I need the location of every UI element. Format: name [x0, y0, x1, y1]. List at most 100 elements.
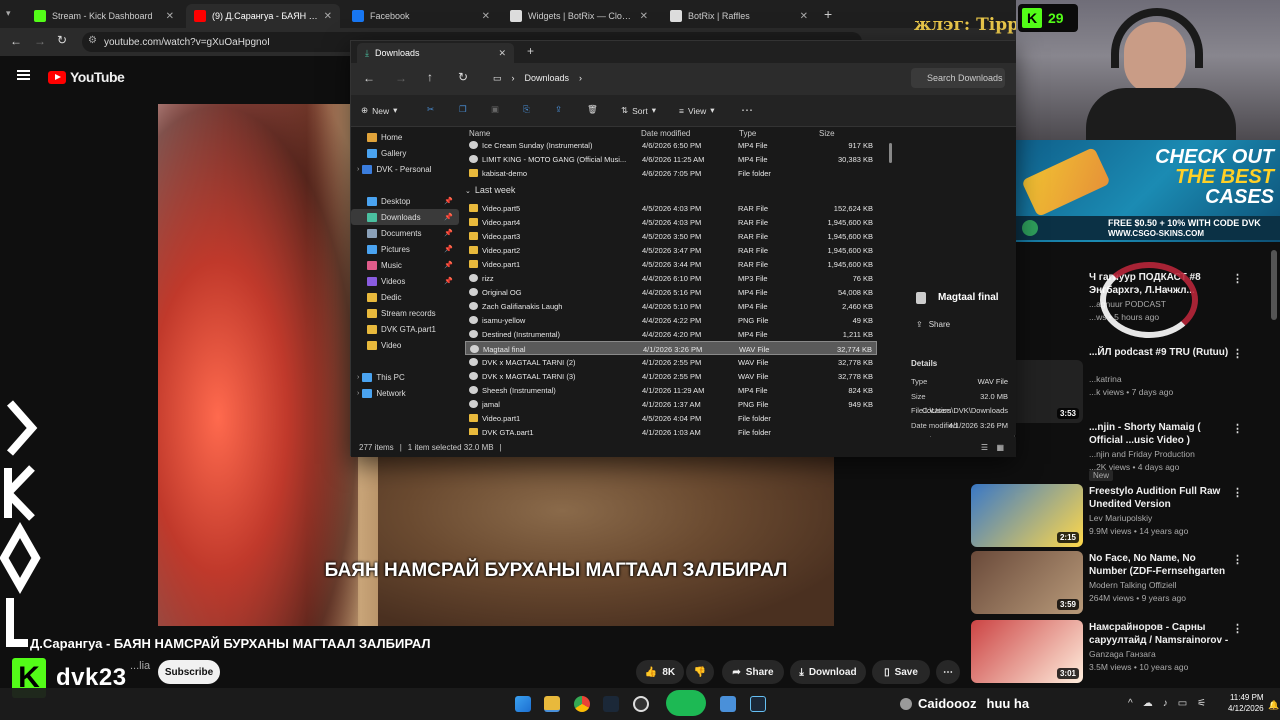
share-file-icon[interactable]: ⇪ [555, 104, 562, 115]
file-row[interactable]: Original OG 4/4/2026 5:16 PM MP4 File 54,00… [465, 285, 877, 299]
sort-button[interactable]: ⇅ Sort ▾ [621, 105, 656, 116]
nav-item-dvk-gta-part1[interactable]: DVK GTA.part1 [351, 321, 459, 337]
explorer-up-icon[interactable]: ↑ [427, 70, 433, 84]
browser-tab[interactable]: BotRix | Raffles ✕ [662, 4, 816, 28]
file-row[interactable]: Video.part5 4/5/2026 4:03 PM RAR File 152,6… [465, 201, 877, 215]
recommendation-thumbnail[interactable]: 3:59 [971, 551, 1083, 614]
recommendation-title[interactable]: No Face, No Name, No Number (ZDF-Fernseh… [1089, 552, 1229, 578]
details-share-button[interactable]: ⇪ Share [916, 320, 950, 329]
spotify-icon[interactable] [666, 690, 706, 716]
nav-item-videos[interactable]: Videos 📌 [351, 273, 459, 289]
recommendation-title[interactable]: Намсрайноров - Сарны саруултайд / Namsra… [1089, 621, 1229, 647]
recommendation-channel[interactable]: ...katrina [1089, 373, 1249, 386]
file-row[interactable]: Video.part2 4/5/2026 3:47 PM RAR File 1,945… [465, 243, 877, 257]
view-button[interactable]: ≡ View ▾ [679, 105, 715, 116]
site-info-icon[interactable]: ⚙ [88, 35, 97, 46]
pin-icon[interactable]: 📌 [444, 229, 453, 237]
nav-item-home[interactable]: Home [351, 129, 459, 145]
rename-icon[interactable]: ⎘ [523, 104, 530, 115]
recommendation-scrollbar[interactable] [1271, 250, 1277, 320]
pin-icon[interactable]: 📌 [444, 213, 453, 221]
nav-item-stream-records[interactable]: Stream records [351, 305, 459, 321]
column-date[interactable]: Date modified [641, 129, 690, 138]
close-tab-icon[interactable]: ✕ [800, 11, 808, 22]
more-actions-button[interactable]: ⋯ [936, 660, 960, 684]
cut-icon[interactable]: ✂ [427, 104, 434, 115]
nav-item-network[interactable]: › Network [351, 385, 459, 401]
details-view-icon[interactable]: ☰ [981, 443, 988, 452]
system-clock[interactable]: 11:49 PM 4/12/2026 [1228, 692, 1264, 714]
file-row[interactable]: LIMIT KING - MOTO GANG (Official Musi...… [465, 152, 877, 166]
nav-item-downloads[interactable]: Downloads 📌 [351, 209, 459, 225]
file-row[interactable]: Destined (Instrumental) 4/4/2026 4:20 PM M… [465, 327, 877, 341]
pin-icon[interactable]: 📌 [444, 277, 453, 285]
browser-tab[interactable]: (9) Д.Сарангуа - БАЯН НАМСРАЙ ✕ [186, 4, 340, 28]
browser-tab[interactable]: Facebook ✕ [344, 4, 498, 28]
channel-name[interactable]: ...lia [130, 660, 150, 672]
close-tab-icon[interactable]: ✕ [324, 11, 332, 22]
back-icon[interactable]: ← [10, 34, 22, 48]
share-button[interactable]: ➦ Share [722, 660, 784, 684]
forward-icon[interactable]: → [34, 34, 46, 48]
column-name[interactable]: Name [469, 129, 490, 138]
close-tab-icon[interactable]: ✕ [640, 11, 648, 22]
nav-item-dedic[interactable]: Dedic [351, 289, 459, 305]
file-row[interactable]: Video.part1 4/5/2026 3:44 PM RAR File 1,945… [465, 257, 877, 271]
recommendation-title[interactable]: ...njin - Shorty Namaig ( Official ...us… [1089, 421, 1229, 447]
recommendation-thumbnail[interactable]: 3:01 [971, 620, 1083, 683]
nav-item-pictures[interactable]: Pictures 📌 [351, 241, 459, 257]
browser-tab[interactable]: Widgets | BotRix — Cloud Stre... ✕ [502, 4, 656, 28]
nav-item-desktop[interactable]: Desktop 📌 [351, 193, 459, 209]
column-size[interactable]: Size [819, 129, 835, 138]
browser-tab[interactable]: Stream - Kick Dashboard ✕ [26, 4, 182, 28]
file-row[interactable]: Magtaal final 4/1/2026 3:26 PM WAV File 32,… [465, 341, 877, 355]
subscribe-button[interactable]: Subscribe [158, 660, 220, 684]
recommendation-channel[interactable]: Ganzaga Ганзага [1089, 648, 1249, 661]
file-row[interactable]: DVK x MAGTAAL TARNI (3) 4/1/2026 2:55 PM W… [465, 369, 877, 383]
recommendation-thumbnail[interactable]: 2:15 [971, 484, 1083, 547]
windows-start-icon[interactable] [515, 696, 531, 712]
explorer-forward-icon[interactable]: → [395, 71, 407, 85]
steam-icon[interactable] [603, 696, 619, 712]
file-row[interactable]: Zach Galifianakis Laugh 4/4/2026 5:10 PM M… [465, 299, 877, 313]
recommendation-title[interactable]: Freestylo Audition Full Raw Unedited Ver… [1089, 485, 1229, 511]
file-row[interactable]: Video.part4 4/5/2026 4:03 PM RAR File 1,945… [465, 215, 877, 229]
more-vert-icon[interactable]: ⋮ [1232, 622, 1243, 635]
file-explorer-taskbar-icon[interactable] [544, 696, 560, 712]
close-tab-icon[interactable]: ✕ [166, 11, 174, 22]
recommendation-channel[interactable]: Modern Talking Offiziell [1089, 579, 1249, 592]
nav-item-gallery[interactable]: Gallery [351, 145, 459, 161]
close-tab-icon[interactable]: ✕ [498, 48, 506, 59]
close-tab-icon[interactable]: ✕ [482, 11, 490, 22]
tray-icons[interactable]: ^☁♪▭⚟ [1128, 698, 1216, 709]
file-row[interactable]: DVK GTA.part1 4/1/2026 1:03 AM File folder [465, 425, 877, 435]
file-row[interactable]: kabisat-demo 4/6/2026 7:05 PM File folder [465, 166, 877, 180]
nav-item-dvk-personal[interactable]: › DVK - Personal [351, 161, 459, 177]
nav-item-this-pc[interactable]: › This PC [351, 369, 459, 385]
recommendation-channel[interactable]: ...njin and Friday Production [1089, 448, 1249, 461]
more-vert-icon[interactable]: ⋮ [1232, 553, 1243, 566]
file-row[interactable]: rizz 4/4/2026 6:10 PM MP3 File 76 KB [465, 271, 877, 285]
explorer-back-icon[interactable]: ← [363, 71, 375, 85]
more-vert-icon[interactable]: ⋮ [1232, 347, 1243, 360]
reload-icon[interactable]: ↻ [57, 33, 67, 47]
app-window-icon[interactable] [720, 696, 736, 712]
dislike-button[interactable]: 👎 [686, 660, 714, 684]
tab-list-button[interactable]: ▾ [6, 8, 11, 19]
download-button[interactable]: ⤓ Download [790, 660, 866, 684]
pin-icon[interactable]: 📌 [444, 261, 453, 269]
youtube-logo[interactable]: YouTube [48, 69, 125, 85]
nav-item-music[interactable]: Music 📌 [351, 257, 459, 273]
explorer-new-tab-icon[interactable]: + [527, 44, 534, 58]
new-button[interactable]: ⊕ New ▾ [361, 105, 397, 116]
column-type[interactable]: Type [739, 129, 756, 138]
like-button[interactable]: 👍 8K [636, 660, 684, 684]
pin-icon[interactable]: 📌 [444, 245, 453, 253]
more-options-icon[interactable]: ⋯ [741, 103, 753, 117]
tiles-view-icon[interactable]: ▦ [996, 443, 1004, 452]
save-button[interactable]: ▯ Save [872, 660, 930, 684]
explorer-tab[interactable]: ⤓ Downloads ✕ [357, 43, 514, 63]
steam-alt-icon[interactable] [750, 696, 766, 712]
file-list-scrollbar[interactable] [889, 143, 892, 163]
file-row[interactable]: DVK x MAGTAAL TARNI (2) 4/1/2026 2:55 PM W… [465, 355, 877, 369]
